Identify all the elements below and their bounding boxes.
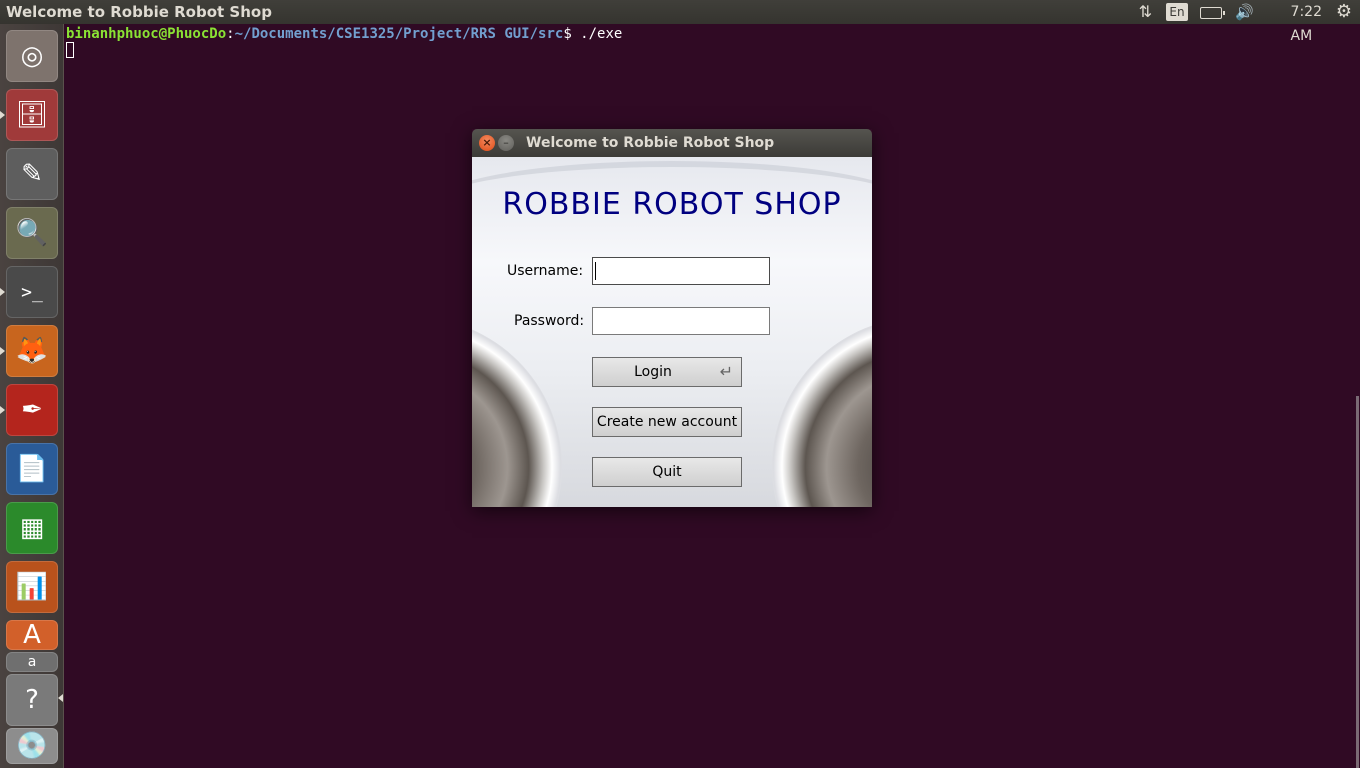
password-field[interactable] <box>592 307 770 335</box>
pdf-reader-icon[interactable]: ✒ <box>6 384 58 436</box>
username-field[interactable] <box>592 257 770 285</box>
running-indicator <box>0 288 5 296</box>
dvd-icon[interactable]: 💿 <box>6 728 58 764</box>
background-speaker-right <box>772 317 872 507</box>
writer-icon[interactable]: 📄 <box>6 443 58 495</box>
terminal-icon[interactable]: >_ <box>6 266 58 318</box>
login-dialog: × – Welcome to Robbie Robot Shop ROBBIE … <box>472 129 872 507</box>
close-icon[interactable]: × <box>479 135 495 151</box>
app-heading: ROBBIE ROBOT SHOP <box>502 187 842 222</box>
password-label: Password: <box>514 313 585 329</box>
firefox-icon[interactable]: 🦊 <box>6 325 58 377</box>
running-indicator <box>0 111 5 119</box>
help-icon[interactable]: ? <box>6 674 58 726</box>
running-indicator <box>0 406 5 414</box>
battery-icon[interactable] <box>1200 7 1225 19</box>
terminal-scrollbar[interactable] <box>1356 396 1359 768</box>
create-account-button[interactable]: Create new account <box>592 407 742 437</box>
active-window-title: Welcome to Robbie Robot Shop <box>6 3 272 21</box>
image-viewer-icon[interactable]: 🔍 <box>6 207 58 259</box>
terminal-cursor <box>66 42 74 58</box>
enter-key-icon: ↵ <box>719 362 733 381</box>
top-panel: Welcome to Robbie Robot Shop ⇅ En 🔊 7:22… <box>0 0 1360 44</box>
launcher: ◎ 🗄 ✎ 🔍 >_ 🦊 ✒ 📄 ▦ 📊 A a ? 💿 <box>0 24 64 768</box>
text-editor-icon[interactable]: ✎ <box>6 148 58 200</box>
files-icon[interactable]: 🗄 <box>6 89 58 141</box>
network-icon[interactable]: ⇅ <box>1139 0 1152 24</box>
running-indicator <box>0 347 5 355</box>
text-caret <box>595 262 596 280</box>
launcher-scroll-indicator <box>58 694 63 702</box>
amazon-icon[interactable]: a <box>6 652 58 672</box>
keyboard-layout-indicator[interactable]: En <box>1166 3 1188 21</box>
impress-icon[interactable]: 📊 <box>6 561 58 613</box>
terminal-user: binanhphuoc@PhuocDo <box>66 26 227 42</box>
terminal-prompt-line: binanhphuoc@PhuocDo:~/Documents/CSE1325/… <box>66 26 622 42</box>
volume-icon[interactable]: 🔊 <box>1235 0 1254 24</box>
login-button-label: Login <box>634 364 672 380</box>
dialog-title: Welcome to Robbie Robot Shop <box>526 135 775 151</box>
username-label: Username: <box>507 263 584 279</box>
terminal-sep: : <box>226 26 235 42</box>
minimize-icon[interactable]: – <box>498 135 514 151</box>
quit-button[interactable]: Quit <box>592 457 742 487</box>
dialog-body: ROBBIE ROBOT SHOP Username: Password: Lo… <box>472 157 872 507</box>
gear-icon[interactable]: ⚙ <box>1336 0 1352 24</box>
terminal-path: ~/Documents/CSE1325/Project/RRS GUI/src <box>234 26 564 42</box>
terminal-command: $ ./exe <box>563 26 623 42</box>
software-center-icon[interactable]: A <box>6 620 58 650</box>
ubuntu-dash-icon[interactable]: ◎ <box>6 30 58 82</box>
login-button[interactable]: Login ↵ <box>592 357 742 387</box>
calc-icon[interactable]: ▦ <box>6 502 58 554</box>
dialog-titlebar[interactable]: × – Welcome to Robbie Robot Shop <box>472 129 872 157</box>
background-speaker-left <box>472 317 562 507</box>
clock[interactable]: 7:22 AM <box>1291 0 1322 44</box>
